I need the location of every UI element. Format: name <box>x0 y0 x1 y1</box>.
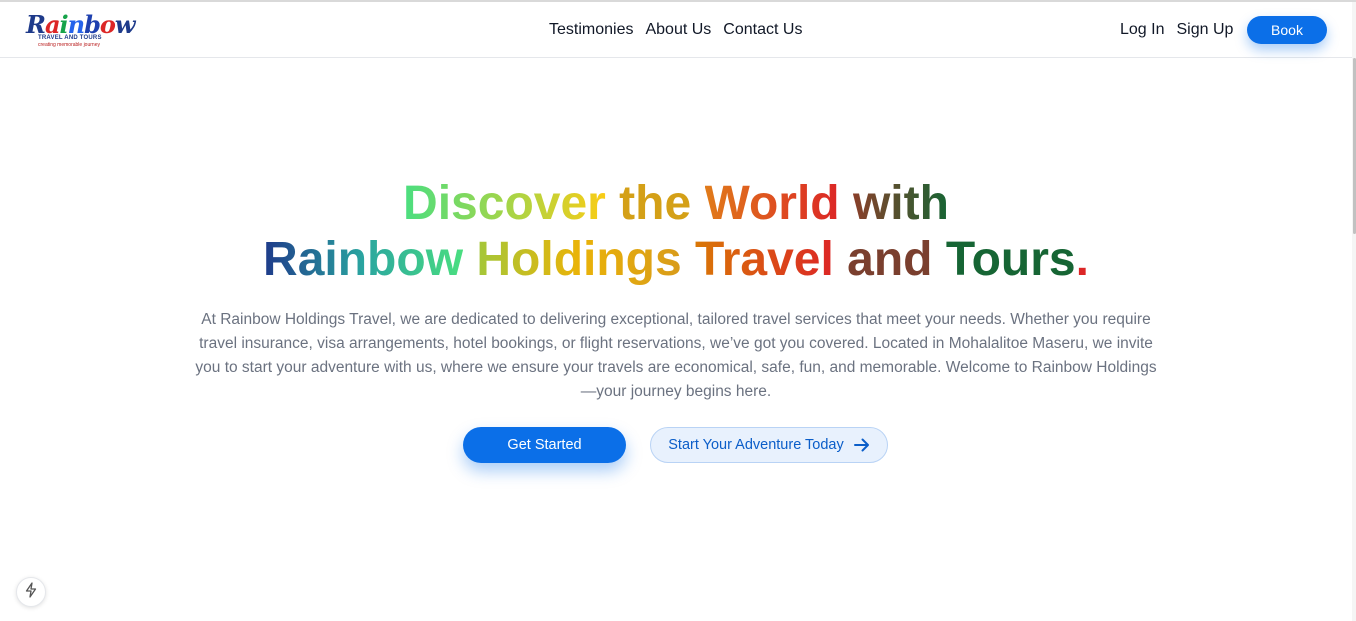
bolt-icon <box>24 581 38 603</box>
navbar: Rainbow TRAVEL AND TOURS creating memora… <box>0 2 1352 58</box>
main-nav: Testimonies About Us Contact Us <box>549 20 802 40</box>
title-word: the <box>619 177 692 230</box>
title-word: Holdings <box>476 233 682 286</box>
nav-link-testimonies[interactable]: Testimonies <box>549 20 633 40</box>
start-adventure-label: Start Your Adventure Today <box>668 437 844 453</box>
title-word: and <box>847 233 933 286</box>
title-word: Tours <box>945 233 1076 286</box>
logo-letter: w <box>114 10 136 39</box>
arrow-right-icon <box>853 438 870 452</box>
title-word: World <box>704 177 840 230</box>
hero-title-line-2: Rainbow Holdings Travel and Tours. <box>0 232 1352 288</box>
title-word: Travel <box>695 233 834 286</box>
logo-tagline: creating memorable journey <box>38 42 100 48</box>
start-adventure-button[interactable]: Start Your Adventure Today <box>650 427 888 463</box>
title-word: Discover <box>403 177 606 230</box>
logo-letter: o <box>99 10 116 39</box>
auth-links: Log In Sign Up <box>1120 20 1233 40</box>
title-word: Rainbow <box>263 233 464 286</box>
nav-link-about-us[interactable]: About Us <box>645 20 711 40</box>
hero-description: At Rainbow Holdings Travel, we are dedic… <box>195 311 1157 400</box>
get-started-button[interactable]: Get Started <box>463 427 626 463</box>
signup-link[interactable]: Sign Up <box>1176 20 1233 40</box>
dev-tools-badge[interactable] <box>16 577 46 607</box>
logo-subtitle: TRAVEL AND TOURS <box>38 35 102 41</box>
login-link[interactable]: Log In <box>1120 20 1164 40</box>
title-period: . <box>1075 233 1089 286</box>
hero-title: Discover the World with Rainbow Holdings… <box>0 176 1352 288</box>
title-word: with <box>852 177 949 230</box>
hero-title-line-1: Discover the World with <box>0 176 1352 232</box>
rainbow-logo[interactable]: Rainbow TRAVEL AND TOURS creating memora… <box>26 10 136 50</box>
nav-link-contact-us[interactable]: Contact Us <box>723 20 802 40</box>
book-button[interactable]: Book <box>1247 16 1327 44</box>
